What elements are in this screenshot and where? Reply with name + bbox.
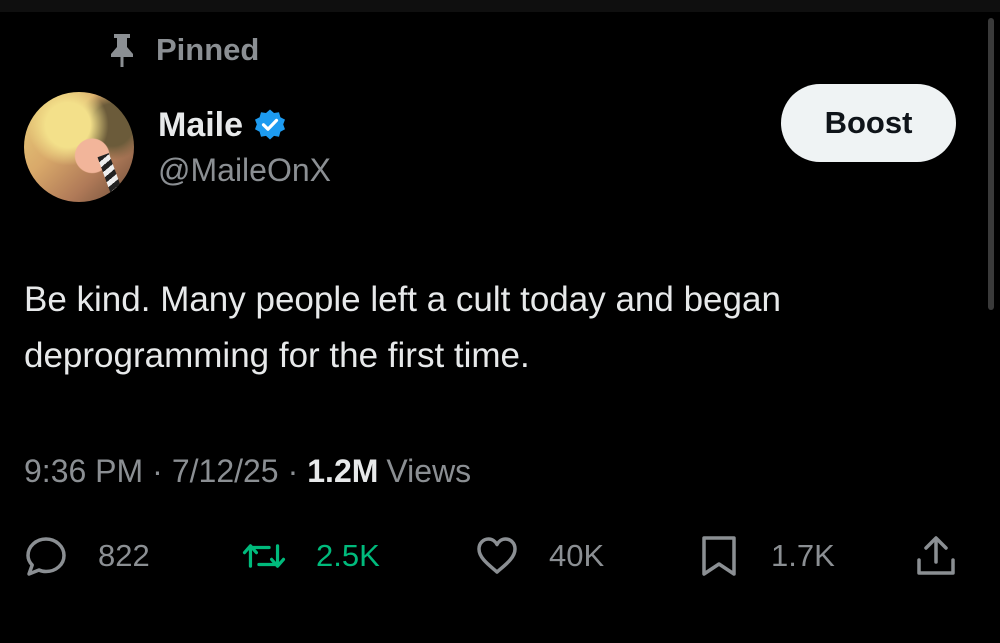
- bookmark-count: 1.7K: [771, 538, 835, 573]
- verified-badge-icon: [253, 108, 287, 142]
- tweet-meta: 9:36 PM · 7/12/25 · 1.2M Views: [24, 449, 471, 493]
- bookmark-button[interactable]: 1.7K: [697, 528, 835, 584]
- tweet-text: Be kind. Many people left a cult today a…: [24, 280, 781, 375]
- retweet-count: 2.5K: [316, 538, 380, 573]
- author-display-name[interactable]: Maile: [158, 106, 243, 145]
- top-edge: [0, 0, 1000, 12]
- meta-separator: ·: [152, 452, 163, 489]
- share-button[interactable]: [914, 528, 958, 584]
- pinned-label: Pinned: [156, 32, 260, 67]
- pin-icon: [108, 32, 136, 68]
- action-bar: 822 2.5K 40K 1.7K: [0, 528, 1000, 584]
- heart-icon: [475, 534, 519, 578]
- avatar[interactable]: [24, 92, 134, 202]
- views-count[interactable]: 1.2M: [307, 453, 378, 490]
- avatar-detail: [97, 153, 123, 195]
- views-label[interactable]: Views: [386, 453, 471, 490]
- tweet-time[interactable]: 9:36 PM: [24, 453, 143, 490]
- bookmark-icon: [697, 534, 741, 578]
- reply-icon: [24, 534, 68, 578]
- tweet-date[interactable]: 7/12/25: [172, 453, 279, 490]
- meta-separator: ·: [287, 452, 299, 489]
- reply-count: 822: [98, 538, 150, 573]
- retweet-button[interactable]: 2.5K: [242, 528, 380, 584]
- scrollbar[interactable]: [988, 18, 994, 310]
- pinned-indicator: Pinned: [108, 30, 259, 70]
- boost-button[interactable]: Boost: [781, 84, 956, 162]
- like-button[interactable]: 40K: [475, 528, 604, 584]
- like-count: 40K: [549, 538, 605, 573]
- retweet-icon: [242, 534, 286, 578]
- share-icon: [914, 534, 958, 578]
- reply-button[interactable]: 822: [24, 528, 150, 584]
- author-handle[interactable]: @MaileOnX: [158, 152, 331, 189]
- author-name-row[interactable]: Maile: [158, 104, 287, 146]
